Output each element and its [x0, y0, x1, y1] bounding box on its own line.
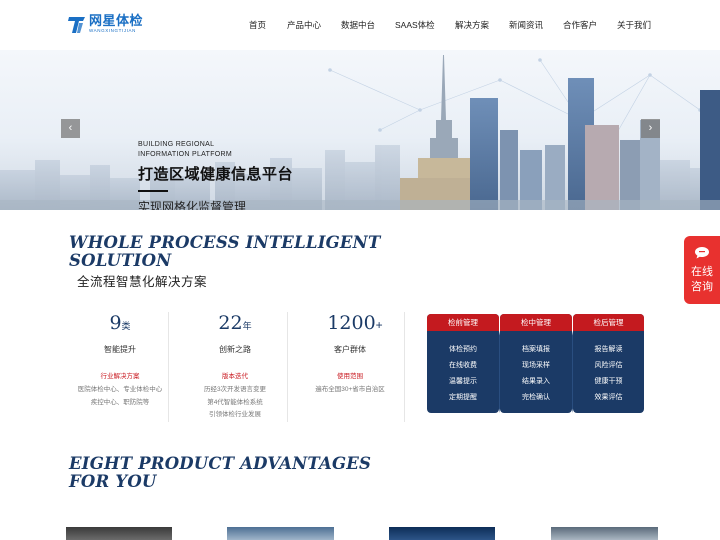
banner-subtitle: 实现网格化监督管理 — [138, 200, 247, 210]
nav-about[interactable]: 关于我们 — [617, 19, 651, 31]
nav-products[interactable]: 产品中心 — [287, 19, 321, 31]
nav-solutions[interactable]: 解决方案 — [455, 19, 489, 31]
nav-data-center[interactable]: 数据中台 — [341, 19, 375, 31]
main-nav: 首页 产品中心 数据中台 SAAS体检 解决方案 新闻资讯 合作客户 关于我们 — [0, 19, 720, 33]
process-item: 健康干预 — [594, 378, 623, 385]
divider — [287, 312, 288, 422]
stat-label: 智能提升 — [104, 345, 136, 354]
stat-desc: 医院体检中心、专业体检中心 疾控中心、职防院等 — [77, 386, 163, 406]
banner-divider — [138, 190, 168, 192]
process-item: 温馨提示 — [449, 378, 477, 385]
stat-label: 客户群体 — [334, 345, 366, 354]
advantage-card-image[interactable] — [227, 527, 334, 540]
advantages-heading-en: EIGHT PRODUCT ADVANTAGES FOR YOU — [69, 454, 372, 491]
nav-partners[interactable]: 合作客户 — [563, 19, 597, 31]
consult-label: 在线 — [691, 266, 713, 278]
advantage-card-image[interactable] — [551, 527, 658, 540]
hero-banner: BUILDING REGIONAL INFORMATION PLATFORM 打… — [0, 50, 720, 210]
carousel-prev-button[interactable]: ‹ — [61, 119, 80, 138]
advantage-card-image[interactable] — [389, 527, 495, 540]
nav-news[interactable]: 新闻资讯 — [509, 19, 543, 31]
process-item: 档案填报 — [522, 346, 550, 353]
process-column-pre: 检前管理 体检预约 在线收费 温馨提示 定期提醒 — [427, 314, 499, 413]
process-column-post: 检后管理 报告解读 风险评估 健康干预 效果评估 — [573, 314, 644, 413]
site-header: 网星体检 WANGXINGTIJIAN 首页 产品中心 数据中台 SAAS体检 … — [0, 0, 720, 50]
carousel-next-button[interactable]: › — [641, 119, 660, 138]
stat-tag: 版本迭代 — [222, 373, 248, 380]
stat-desc: 历经3次开发语言变更 第4代智能体检系统 引领体检行业发展 — [203, 386, 267, 418]
process-item: 定期提醒 — [449, 394, 477, 401]
process-item: 现场采样 — [522, 362, 550, 369]
process-title: 检中管理 — [500, 314, 572, 331]
stat-tag: 使用范围 — [337, 373, 363, 380]
process-title: 检后管理 — [573, 314, 644, 331]
banner-en-text: BUILDING REGIONAL INFORMATION PLATFORM — [138, 141, 233, 158]
process-item: 完检确认 — [522, 394, 550, 401]
stat-tag: 行业解决方案 — [100, 373, 140, 380]
divider — [404, 312, 405, 422]
chat-bubble-icon — [694, 246, 710, 259]
nav-saas[interactable]: SAAS体检 — [395, 19, 435, 31]
process-title: 检前管理 — [427, 314, 499, 331]
stat-number: 22年 — [218, 312, 252, 334]
process-item: 报告解读 — [594, 346, 623, 353]
stat-label: 创新之路 — [219, 345, 251, 354]
stat-number: 1200+ — [327, 312, 383, 334]
process-item: 效果评估 — [594, 394, 623, 401]
process-item: 风险评估 — [594, 362, 623, 369]
consult-label: 咨询 — [691, 281, 713, 293]
online-consult-button[interactable]: 在线 咨询 — [684, 236, 720, 304]
city-skyline-image — [0, 55, 720, 210]
advantage-card-image[interactable] — [66, 527, 172, 540]
nav-home[interactable]: 首页 — [249, 19, 266, 31]
solution-heading-en: WHOLE PROCESS INTELLIGENT SOLUTION — [69, 233, 381, 270]
process-item: 在线收费 — [449, 362, 477, 369]
process-item: 体检预约 — [449, 346, 477, 353]
solution-heading-cn: 全流程智慧化解决方案 — [77, 275, 208, 289]
process-panel: 检前管理 体检预约 在线收费 温馨提示 定期提醒 检中管理 档案填报 现场采样 … — [427, 314, 644, 413]
divider — [168, 312, 169, 422]
process-item: 结果录入 — [522, 378, 550, 385]
stat-number: 9类 — [109, 312, 131, 334]
banner-title: 打造区域健康信息平台 — [138, 166, 294, 183]
process-column-mid: 检中管理 档案填报 现场采样 结果录入 完检确认 — [500, 314, 572, 413]
stat-desc: 遍布全国30+省市自治区 — [315, 386, 385, 393]
